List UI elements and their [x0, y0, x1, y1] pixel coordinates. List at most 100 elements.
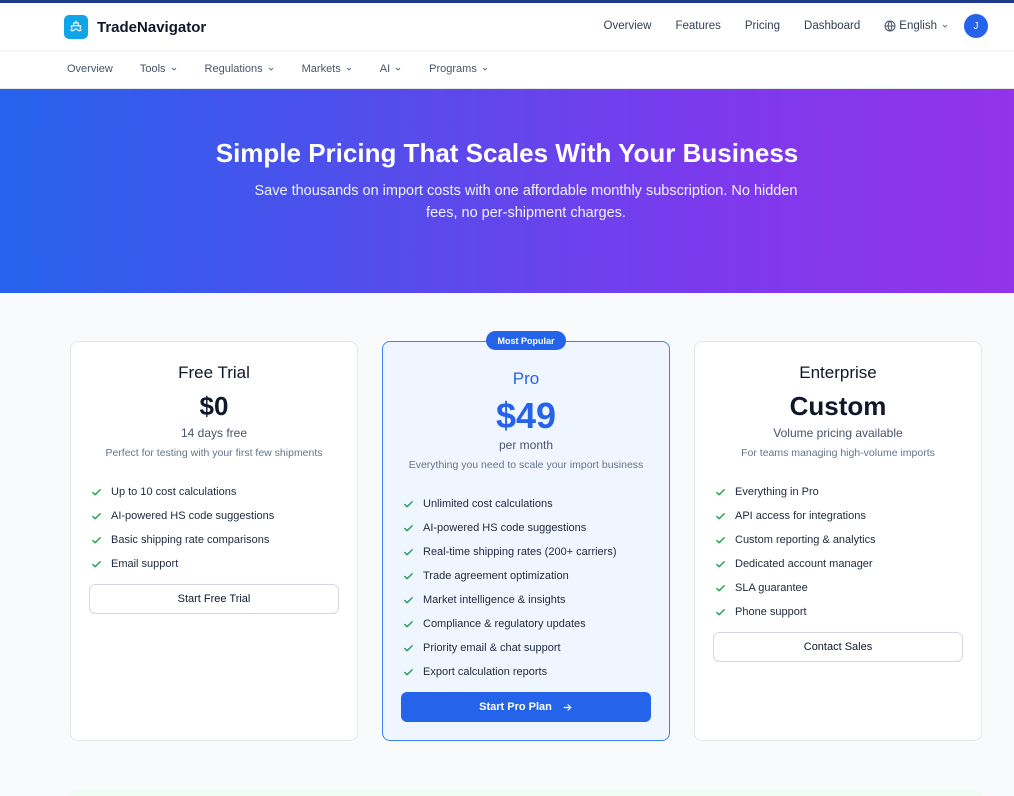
check-icon	[404, 548, 413, 555]
subnav-label: Programs	[429, 63, 477, 75]
chevron-down-icon	[942, 24, 948, 28]
feature-item: Compliance & regulatory updates	[403, 612, 617, 636]
feature-item: AI-powered HS code suggestions	[91, 504, 274, 528]
subnav-ai[interactable]: AI	[380, 63, 402, 75]
hero-title: Simple Pricing That Scales With Your Bus…	[215, 138, 799, 168]
most-popular-badge: Most Popular	[486, 331, 566, 350]
subnav-tools[interactable]: Tools	[140, 63, 178, 75]
feature-item: Email support	[91, 552, 274, 576]
check-icon	[404, 644, 413, 651]
feature-label: AI-powered HS code suggestions	[423, 522, 587, 534]
feature-item: Custom reporting & analytics	[715, 528, 876, 552]
feature-label: Unlimited cost calculations	[423, 498, 553, 510]
nav-dashboard[interactable]: Dashboard	[804, 20, 860, 32]
feature-label: Custom reporting & analytics	[735, 534, 876, 546]
check-icon	[92, 488, 101, 495]
feature-item: Real-time shipping rates (200+ carriers)	[403, 540, 617, 564]
check-icon	[92, 560, 101, 567]
plan-card-free: Free Trial $0 14 days free Perfect for t…	[70, 341, 358, 741]
feature-label: API access for integrations	[735, 510, 866, 522]
arrow-right-icon	[563, 703, 572, 711]
feature-label: Up to 10 cost calculations	[111, 486, 237, 498]
chevron-down-icon	[171, 67, 176, 71]
check-icon	[404, 668, 413, 675]
feature-item: Dedicated account manager	[715, 552, 876, 576]
feature-label: Email support	[111, 558, 179, 570]
check-icon	[404, 596, 413, 603]
feature-label: Export calculation reports	[423, 666, 548, 678]
feature-item: Trade agreement optimization	[403, 564, 617, 588]
contact-sales-button[interactable]: Contact Sales	[713, 632, 963, 662]
feature-label: Compliance & regulatory updates	[423, 618, 586, 630]
logo[interactable]: TradeNavigator	[64, 15, 206, 39]
avatar[interactable]: J	[964, 14, 988, 38]
feature-list: Up to 10 cost calculations AI-powered HS…	[91, 480, 274, 576]
language-label: English	[899, 20, 937, 32]
chevron-down-icon	[268, 67, 273, 71]
feature-label: Market intelligence & insights	[423, 594, 566, 606]
language-selector[interactable]: English	[884, 20, 952, 32]
feature-item: Priority email & chat support	[403, 636, 617, 660]
feature-item: SLA guarantee	[715, 576, 876, 600]
nav-features[interactable]: Features	[675, 20, 720, 32]
header: TradeNavigator Overview Features Pricing…	[0, 3, 1014, 51]
check-icon	[716, 488, 725, 495]
nav-pricing[interactable]: Pricing	[745, 20, 780, 32]
plan-card-enterprise: Enterprise Custom Volume pricing availab…	[694, 341, 982, 741]
feature-item: AI-powered HS code suggestions	[403, 516, 617, 540]
check-icon	[716, 536, 725, 543]
check-icon	[92, 536, 101, 543]
subnav-label: Overview	[67, 63, 113, 75]
feature-item: Phone support	[715, 600, 876, 624]
top-nav: Overview Features Pricing Dashboard Engl…	[580, 14, 988, 38]
subnav-programs[interactable]: Programs	[429, 63, 489, 75]
check-icon	[404, 572, 413, 579]
feature-label: Real-time shipping rates (200+ carriers)	[423, 546, 617, 558]
plan-period: 14 days free	[180, 426, 248, 440]
subnav-label: Tools	[139, 63, 166, 75]
ship-logo-icon	[64, 15, 88, 39]
subnav-overview[interactable]: Overview	[67, 63, 113, 75]
chevron-down-icon	[346, 67, 352, 71]
feature-item: API access for integrations	[715, 504, 876, 528]
feature-item: Everything in Pro	[715, 480, 876, 504]
feature-list: Unlimited cost calculations AI-powered H…	[403, 492, 617, 684]
globe-icon	[884, 20, 896, 32]
check-icon	[716, 608, 725, 615]
check-icon	[716, 560, 725, 567]
feature-item: Market intelligence & insights	[403, 588, 617, 612]
subnav-markets[interactable]: Markets	[302, 63, 353, 75]
plan-description: Everything you need to scale your import…	[408, 459, 644, 471]
plan-price: $0	[199, 391, 229, 421]
feature-item: Basic shipping rate comparisons	[91, 528, 274, 552]
plan-period: per month	[498, 438, 554, 452]
subnav-regulations[interactable]: Regulations	[205, 63, 275, 75]
feature-item: Export calculation reports	[403, 660, 617, 684]
feature-list: Everything in Pro API access for integra…	[715, 480, 876, 624]
start-pro-plan-button[interactable]: Start Pro Plan	[401, 692, 651, 722]
check-icon	[716, 512, 725, 519]
brand-name: TradeNavigator	[97, 18, 207, 36]
button-label: Start Pro Plan	[479, 701, 552, 713]
check-icon	[404, 500, 413, 507]
start-free-trial-button[interactable]: Start Free Trial	[89, 584, 339, 614]
check-icon	[404, 524, 413, 531]
subnav-label: AI	[379, 63, 391, 75]
plan-period: Volume pricing available	[773, 426, 903, 440]
feature-label: Phone support	[735, 606, 807, 618]
hero-subtitle: Save thousands on import costs with one …	[254, 183, 798, 221]
feature-label: Trade agreement optimization	[423, 570, 569, 582]
feature-label: Priority email & chat support	[423, 642, 561, 654]
plan-price: Custom	[789, 391, 887, 421]
nav-overview[interactable]: Overview	[604, 20, 652, 32]
check-icon	[92, 512, 101, 519]
feature-label: Basic shipping rate comparisons	[111, 534, 270, 546]
subnav-label: Markets	[301, 63, 341, 75]
chevron-down-icon	[395, 67, 401, 71]
plan-name: Enterprise	[799, 363, 877, 382]
feature-item: Up to 10 cost calculations	[91, 480, 274, 504]
plan-description: For teams managing high-volume imports	[741, 447, 935, 459]
feature-label: SLA guarantee	[735, 582, 808, 594]
chevron-down-icon	[482, 67, 488, 71]
plan-name: Free Trial	[178, 363, 250, 382]
